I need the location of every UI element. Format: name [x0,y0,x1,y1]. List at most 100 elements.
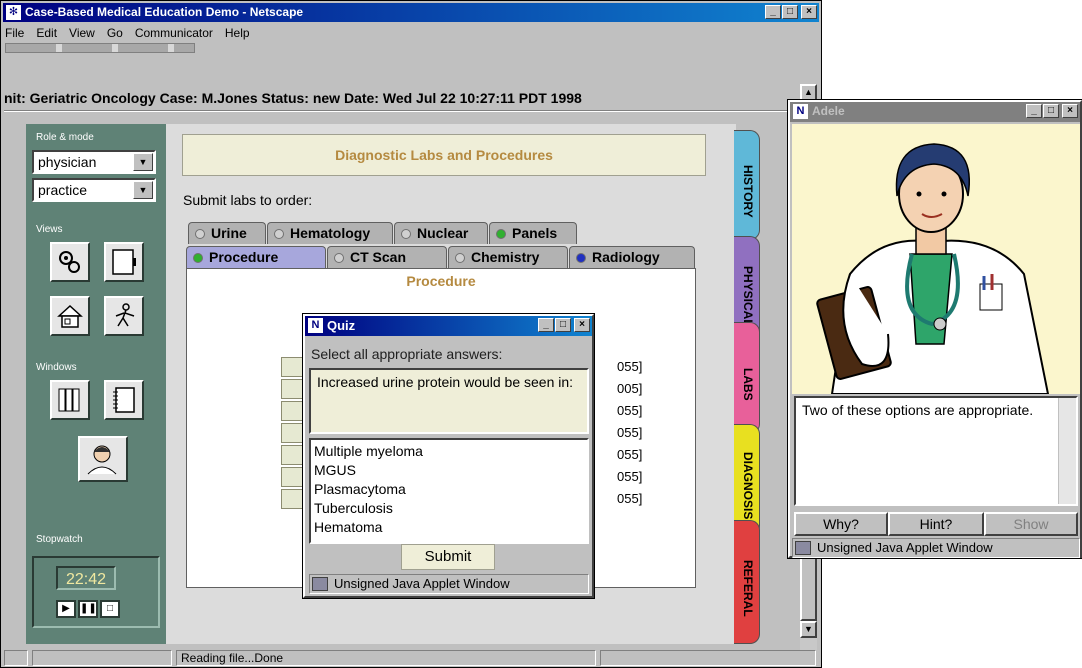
tab-urine[interactable]: Urine [188,222,266,244]
role-select-value: physician [38,154,97,170]
tab-hematology[interactable]: Hematology [267,222,393,244]
order-code: 055] [617,491,643,506]
list-item[interactable]: MGUS [314,461,584,480]
mode-select-value: practice [38,182,88,198]
list-item[interactable]: Hematoma [314,518,584,537]
notebook-view-button[interactable] [104,242,144,282]
applet-warning-bar: Unsigned Java Applet Window [792,538,1080,558]
control-panel: Role & mode physician ▼ practice ▼ Views [26,124,166,644]
order-code: 055] [617,469,643,484]
maximize-button[interactable]: □ [555,318,571,332]
gears-view-button[interactable] [50,242,90,282]
order-code: 055] [617,447,643,462]
minimize-button[interactable]: _ [1026,104,1042,118]
house-icon [57,304,83,328]
pause-icon[interactable]: ❚❚ [78,600,98,618]
close-button[interactable]: × [574,318,590,332]
stopwatch: 22:42 ▶ ❚❚ □ [32,556,160,628]
views-label: Views [36,224,63,235]
stopwatch-time: 22:42 [56,566,116,590]
menu-view[interactable]: View [69,24,95,42]
close-button[interactable]: × [1062,104,1078,118]
main-window-title: Case-Based Medical Education Demo - Nets… [25,5,304,19]
list-item[interactable]: Multiple myeloma [314,442,584,461]
tab-ct-scan[interactable]: CT Scan [327,246,447,268]
chevron-down-icon[interactable]: ▼ [133,153,153,171]
menu-go[interactable]: Go [107,24,123,42]
tab-referal[interactable]: REFERAL [734,520,760,644]
tab-labs[interactable]: LABS [734,322,760,434]
chevron-down-icon[interactable]: ▼ [133,181,153,199]
order-code: 005] [617,381,643,396]
adele-titlebar[interactable]: N Adele _ □ × [790,102,1080,122]
gears-icon [59,251,80,273]
windows-label: Windows [36,362,77,373]
security-lock-icon[interactable] [4,650,28,666]
minimize-button[interactable]: _ [765,5,781,19]
status-dot-icon [334,253,344,263]
panel-title: Diagnostic Labs and Procedures [182,134,706,176]
list-item[interactable]: Tuberculosis [314,499,584,518]
main-titlebar[interactable]: ✻ Case-Based Medical Education Demo - Ne… [3,3,819,22]
header-divider [4,110,798,112]
tab-radiology[interactable]: Radiology [569,246,695,268]
tab-nuclear[interactable]: Nuclear [394,222,488,244]
quiz-title: Quiz [327,318,356,333]
answer-list[interactable]: Multiple myeloma MGUS Plasmacytoma Tuber… [309,438,589,544]
menu-edit[interactable]: Edit [36,24,57,42]
role-mode-label: Role & mode [36,132,94,143]
adele-agent-illustration [792,124,1080,394]
component-bar-icons[interactable] [600,650,816,666]
quiz-titlebar[interactable]: N Quiz _ □ × [305,316,592,336]
tab-procedure[interactable]: Procedure [186,246,326,268]
stop-icon[interactable]: □ [100,600,120,618]
order-code: 055] [617,403,643,418]
tab-history[interactable]: HISTORY [734,130,760,240]
status-dot-icon [401,229,411,239]
advisor-window-button[interactable] [78,436,128,482]
case-header: nit: Geriatric Oncology Case: M.Jones St… [4,90,582,106]
scroll-up-icon[interactable]: ▲ [800,84,817,101]
close-button[interactable]: × [801,5,817,19]
adele-window: N Adele _ □ × Two of these options are a… [787,99,1082,559]
doctor-agent-icon [816,143,1050,394]
library-window-button[interactable] [50,380,90,420]
order-code: 055] [617,425,643,440]
maximize-button[interactable]: □ [1043,104,1059,118]
list-item[interactable]: Plasmacytoma [314,480,584,499]
menu-communicator[interactable]: Communicator [135,24,213,42]
walk-view-button[interactable] [104,296,144,336]
why-button[interactable]: Why? [794,512,888,536]
scroll-down-icon[interactable]: ▼ [800,621,817,638]
quiz-window: N Quiz _ □ × Select all appropriate answ… [302,313,595,599]
status-message: Reading file...Done [176,650,596,666]
quiz-prompt: Select all appropriate answers: [311,346,503,362]
applet-warning-text: Unsigned Java Applet Window [334,576,510,591]
procedure-title: Procedure [406,273,476,289]
minimize-button[interactable]: _ [538,318,554,332]
agent-message: Two of these options are appropriate. [794,396,1078,506]
show-button[interactable]: Show [984,512,1078,536]
status-dot-icon [455,253,465,263]
netscape-app-icon: N [793,104,808,119]
tab-chemistry[interactable]: Chemistry [448,246,568,268]
status-bar: Reading file...Done [2,650,818,666]
tab-panels[interactable]: Panels [489,222,577,244]
menu-help[interactable]: Help [225,24,250,42]
home-view-button[interactable] [50,296,90,336]
hint-button[interactable]: Hint? [888,512,984,536]
netscape-app-icon: N [308,318,323,333]
mode-select[interactable]: practice ▼ [32,178,156,202]
role-select[interactable]: physician ▼ [32,150,156,174]
menu-file[interactable]: File [5,24,24,42]
play-icon[interactable]: ▶ [56,600,76,618]
books-icon [58,388,80,412]
adele-title: Adele [812,104,845,118]
stopwatch-label: Stopwatch [36,534,83,545]
maximize-button[interactable]: □ [782,5,798,19]
message-scrollbar[interactable] [1058,398,1076,504]
submit-button[interactable]: Submit [401,544,495,570]
collapsed-toolbars[interactable] [5,43,195,53]
notes-window-button[interactable] [104,380,144,420]
status-dot-icon [193,253,203,263]
